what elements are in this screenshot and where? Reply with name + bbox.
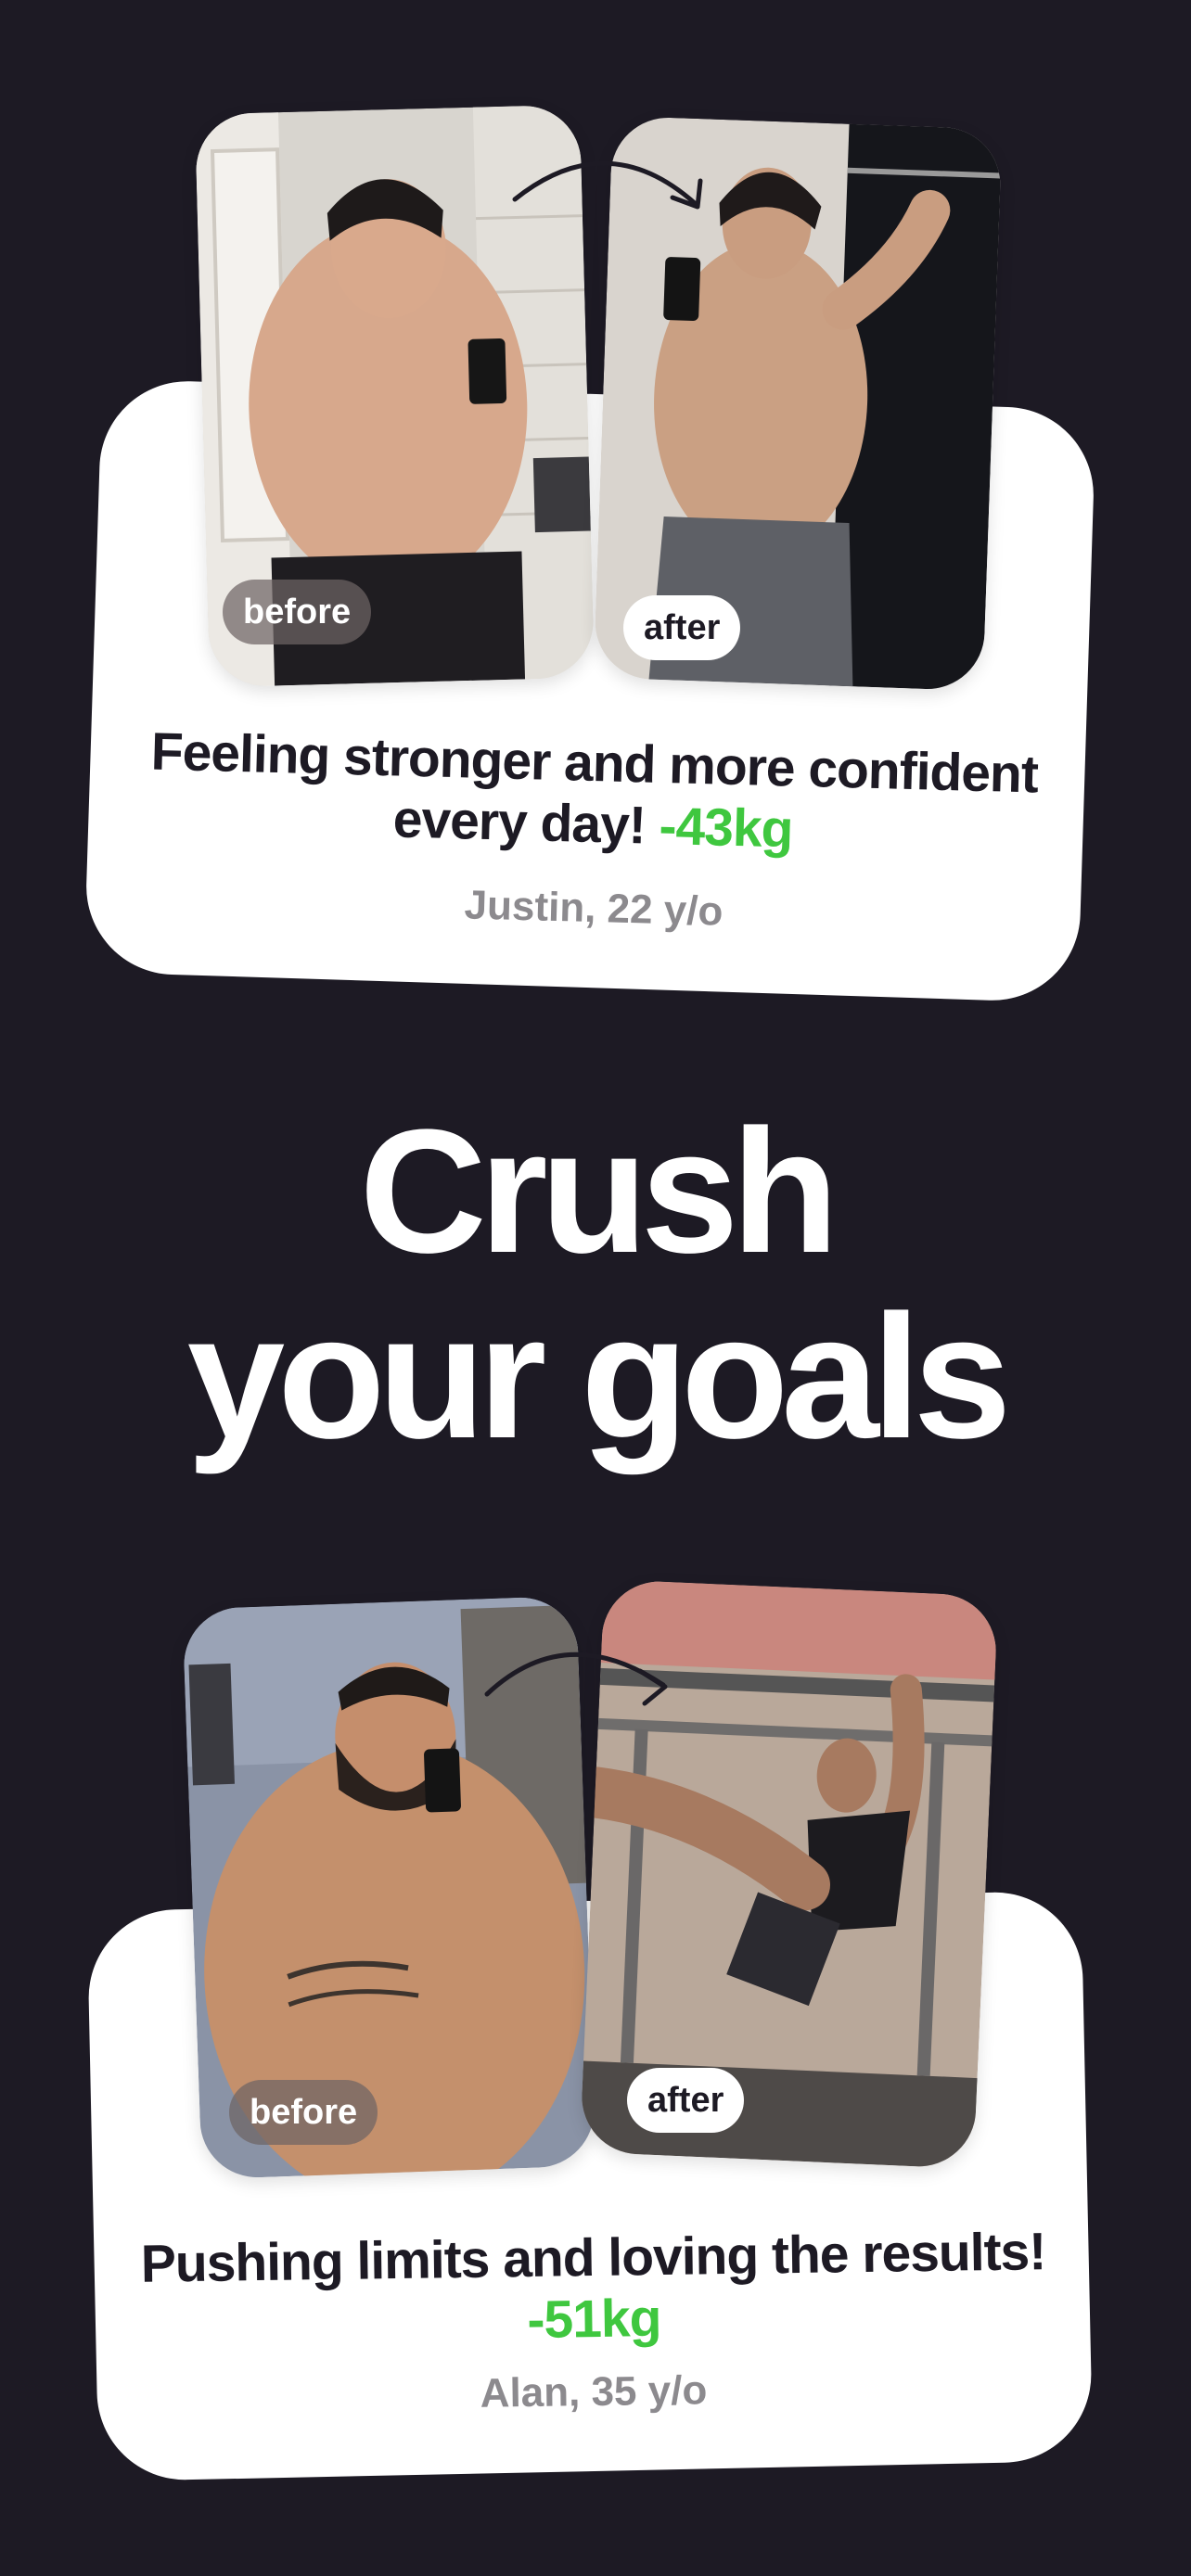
before-label: before: [223, 580, 372, 644]
quote-text: Pushing limits and loving the results!: [140, 2222, 1046, 2294]
after-label: after: [623, 595, 741, 660]
headline-line-2: your goals: [186, 1279, 1012, 1475]
weight-loss-value: -51kg: [527, 2288, 661, 2350]
weight-loss-value: -43kg: [658, 796, 794, 860]
headline-line-1: Crush: [359, 1093, 839, 1290]
quote-text: Feeling stronger and more confident ever…: [150, 721, 1039, 856]
testimonial-quote: Feeling stronger and more confident ever…: [119, 721, 1068, 868]
after-label: after: [627, 2068, 745, 2133]
before-label: before: [229, 2080, 378, 2145]
arrow-icon: [512, 160, 703, 210]
arrow-icon: [484, 1651, 668, 1706]
testimonial-quote: Pushing limits and loving the results! -…: [120, 2221, 1068, 2356]
page-headline: Crush your goals: [0, 1099, 1191, 1470]
